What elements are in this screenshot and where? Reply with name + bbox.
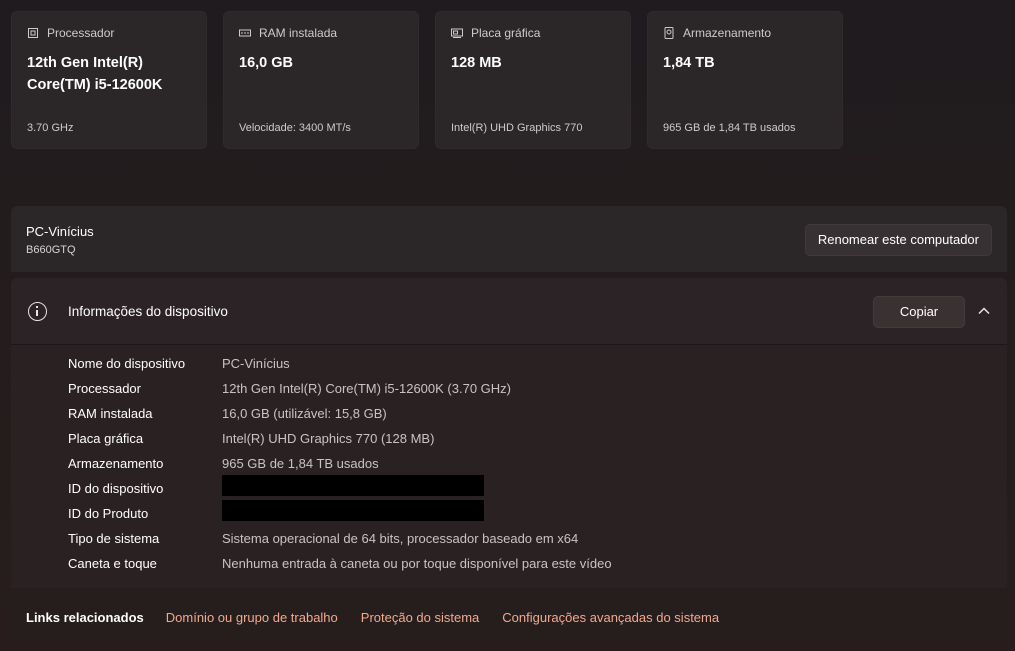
spec-row: Placa gráfica Intel(R) UHD Graphics 770 … [68,431,968,456]
spec-value: Nenhuma entrada à caneta ou por toque di… [222,556,612,571]
spec-row: Tipo de sistema Sistema operacional de 6… [68,531,968,556]
storage-icon [664,27,674,39]
spec-key: Placa gráfica [68,431,144,446]
info-icon [28,302,47,321]
redacted-device-id [222,475,484,496]
spec-row: Armazenamento 965 GB de 1,84 TB usados [68,456,968,481]
pc-name: PC-Vinícius [26,224,94,239]
processor-icon [28,28,38,38]
spec-key: Caneta e toque [68,556,157,571]
spec-value: 965 GB de 1,84 TB usados [222,456,379,471]
ram-icon [239,29,251,37]
link-domain-workgroup[interactable]: Domínio ou grupo de trabalho [166,610,338,625]
spec-key: ID do Produto [68,506,149,521]
card-value: 16,0 GB [239,55,293,71]
spec-key: RAM instalada [68,406,153,421]
spec-row: ID do Produto [68,500,968,531]
device-info-title: Informações do dispositivo [68,304,228,319]
spec-row: Caneta e toque Nenhuma entrada à caneta … [68,556,968,581]
graphics-card-icon [451,28,463,38]
processor-card: Processador 12th Gen Intel(R) Core(TM) i… [11,11,207,149]
ram-card: RAM instalada 16,0 GB Velocidade: 3400 M… [223,11,419,149]
device-specs-list: Nome do dispositivo PC-Vinícius Processa… [68,356,968,581]
pc-name-section: PC-Vinícius B660GTQ Renomear este comput… [11,206,1007,272]
spec-key: Processador [68,381,141,396]
card-sub: 965 GB de 1,84 TB usados [663,122,796,134]
link-advanced-system-settings[interactable]: Configurações avançadas do sistema [502,610,719,625]
card-sub: 3.70 GHz [27,122,74,134]
related-links-title: Links relacionados [26,609,144,625]
spec-row: Nome do dispositivo PC-Vinícius [68,356,968,381]
card-value: 128 MB [451,55,502,71]
spec-key: Tipo de sistema [68,531,160,546]
spec-row: Processador 12th Gen Intel(R) Core(TM) i… [68,381,968,406]
spec-key: Armazenamento [68,456,164,471]
spec-value: Sistema operacional de 64 bits, processa… [222,531,579,546]
device-info-header[interactable]: Informações do dispositivo Copiar [11,278,1007,345]
redacted-product-id [222,500,484,521]
spec-value: PC-Vinícius [222,356,290,371]
spec-value: Intel(R) UHD Graphics 770 (128 MB) [222,431,435,446]
card-sub: Intel(R) UHD Graphics 770 [451,122,583,134]
graphics-card: Placa gráfica 128 MB Intel(R) UHD Graphi… [435,11,631,149]
pc-model: B660GTQ [26,244,76,256]
card-label: Processador [47,26,115,40]
card-value: 12th Gen Intel(R) Core(TM) i5-12600K [27,55,163,93]
spec-row: ID do dispositivo [68,475,968,506]
card-label: RAM instalada [259,26,338,40]
device-info-panel: Informações do dispositivo Copiar Nome d… [11,278,1007,588]
spec-key: Nome do dispositivo [68,356,186,371]
card-label: Placa gráfica [471,26,541,40]
chevron-up-icon[interactable] [977,304,991,318]
storage-card: Armazenamento 1,84 TB 965 GB de 1,84 TB … [647,11,843,149]
card-sub: Velocidade: 3400 MT/s [239,122,351,134]
spec-value: 16,0 GB (utilizável: 15,8 GB) [222,406,387,421]
copy-button[interactable]: Copiar [873,296,965,328]
link-system-protection[interactable]: Proteção do sistema [361,610,480,625]
spec-key: ID do dispositivo [68,481,164,496]
card-value: 1,84 TB [663,55,715,71]
spec-value: 12th Gen Intel(R) Core(TM) i5-12600K (3.… [222,381,511,396]
related-links-bar: Links relacionados Domínio ou grupo de t… [11,594,1007,640]
card-label: Armazenamento [683,26,772,40]
spec-row: RAM instalada 16,0 GB (utilizável: 15,8 … [68,406,968,431]
rename-computer-button[interactable]: Renomear este computador [804,224,992,256]
